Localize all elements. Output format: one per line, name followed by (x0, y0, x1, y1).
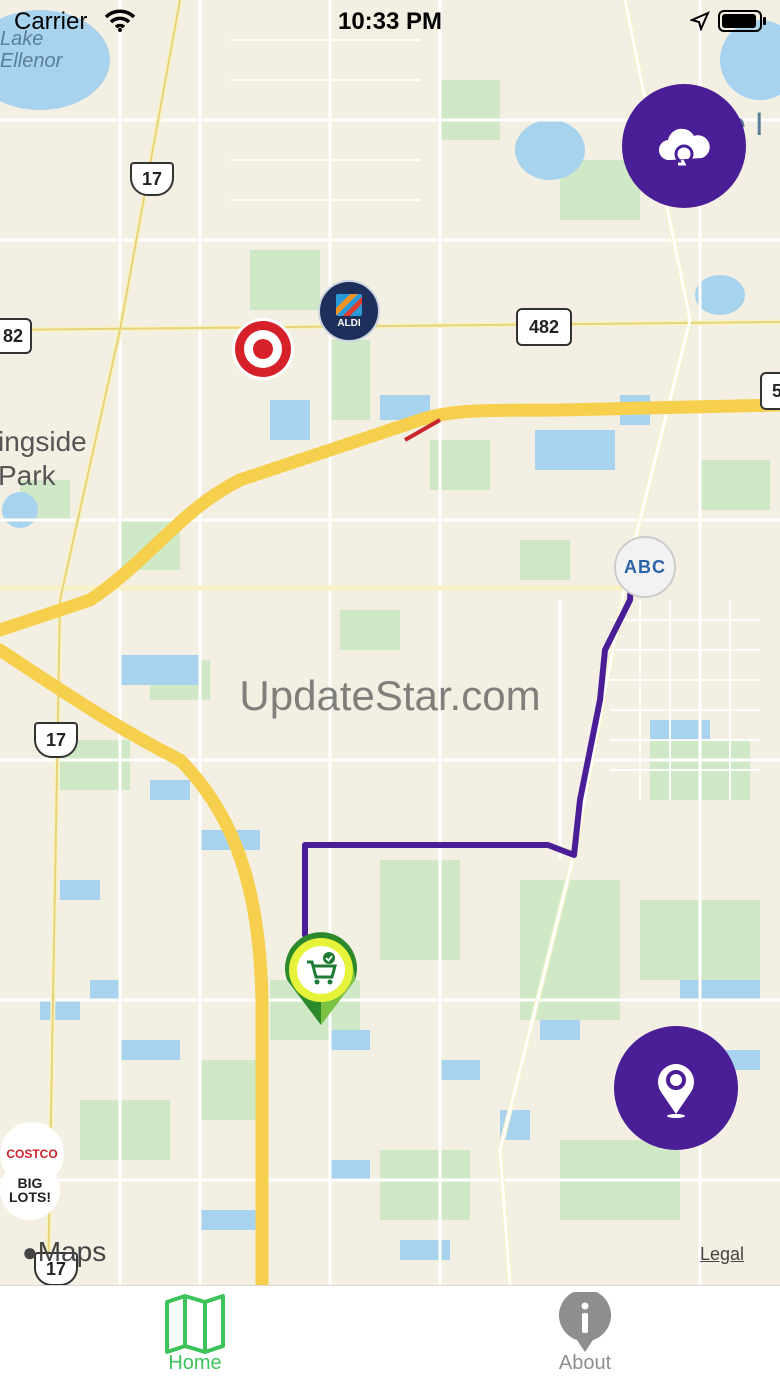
legal-link[interactable]: Legal (700, 1244, 744, 1265)
park-label-line1: ingside (0, 426, 87, 457)
us17-shield-top: 17 (130, 162, 174, 196)
clock: 10:33 PM (337, 8, 443, 35)
status-bar: Carrier 10:33 PM (0, 0, 780, 42)
map-icon (165, 1294, 225, 1354)
us17-shield-mid: 17 (34, 722, 78, 758)
road-shield-right-edge: 5 (760, 372, 780, 410)
tab-home-label: Home (168, 1352, 222, 1374)
tab-home[interactable]: Home (95, 1286, 295, 1386)
aldi-store-marker[interactable]: ALDI (318, 280, 380, 342)
apple-icon: ● (22, 1237, 38, 1267)
target-store-marker[interactable] (232, 318, 294, 380)
sr482-shield-right: 482 (516, 308, 572, 346)
aldi-label: ALDI (337, 317, 361, 329)
biglots-store-marker[interactable]: BIG LOTS! (0, 1160, 60, 1220)
battery-icon (718, 10, 766, 32)
location-button[interactable] (614, 1026, 738, 1150)
cloud-sync-button[interactable] (622, 84, 746, 208)
watermark-text: UpdateStar.com (239, 672, 541, 719)
abc-store-marker[interactable]: ABC (614, 536, 676, 598)
park-label-line2: Park (0, 460, 56, 491)
info-icon (559, 1292, 611, 1352)
map-pin-icon (658, 1064, 694, 1118)
aldi-logo-icon (336, 293, 362, 316)
location-arrow-icon (690, 11, 710, 31)
cart-pin-icon (285, 932, 357, 1025)
tab-about[interactable]: About (485, 1286, 685, 1386)
cloud-sync-icon (658, 128, 710, 166)
maps-attribution: ●Maps (22, 1236, 106, 1268)
maps-attribution-text: Maps (37, 1236, 107, 1267)
costco-logo-icon: COSTCO (6, 1147, 58, 1161)
tab-bar: Home About (0, 1285, 780, 1388)
target-icon (235, 321, 291, 377)
sr482-shield-left: 82 (0, 318, 32, 354)
biglots-logo-icon: BIG LOTS! (9, 1175, 51, 1205)
abc-logo-icon: ABC (624, 556, 666, 577)
tab-about-label: About (558, 1352, 612, 1374)
cart-location-pin[interactable] (281, 930, 365, 1030)
